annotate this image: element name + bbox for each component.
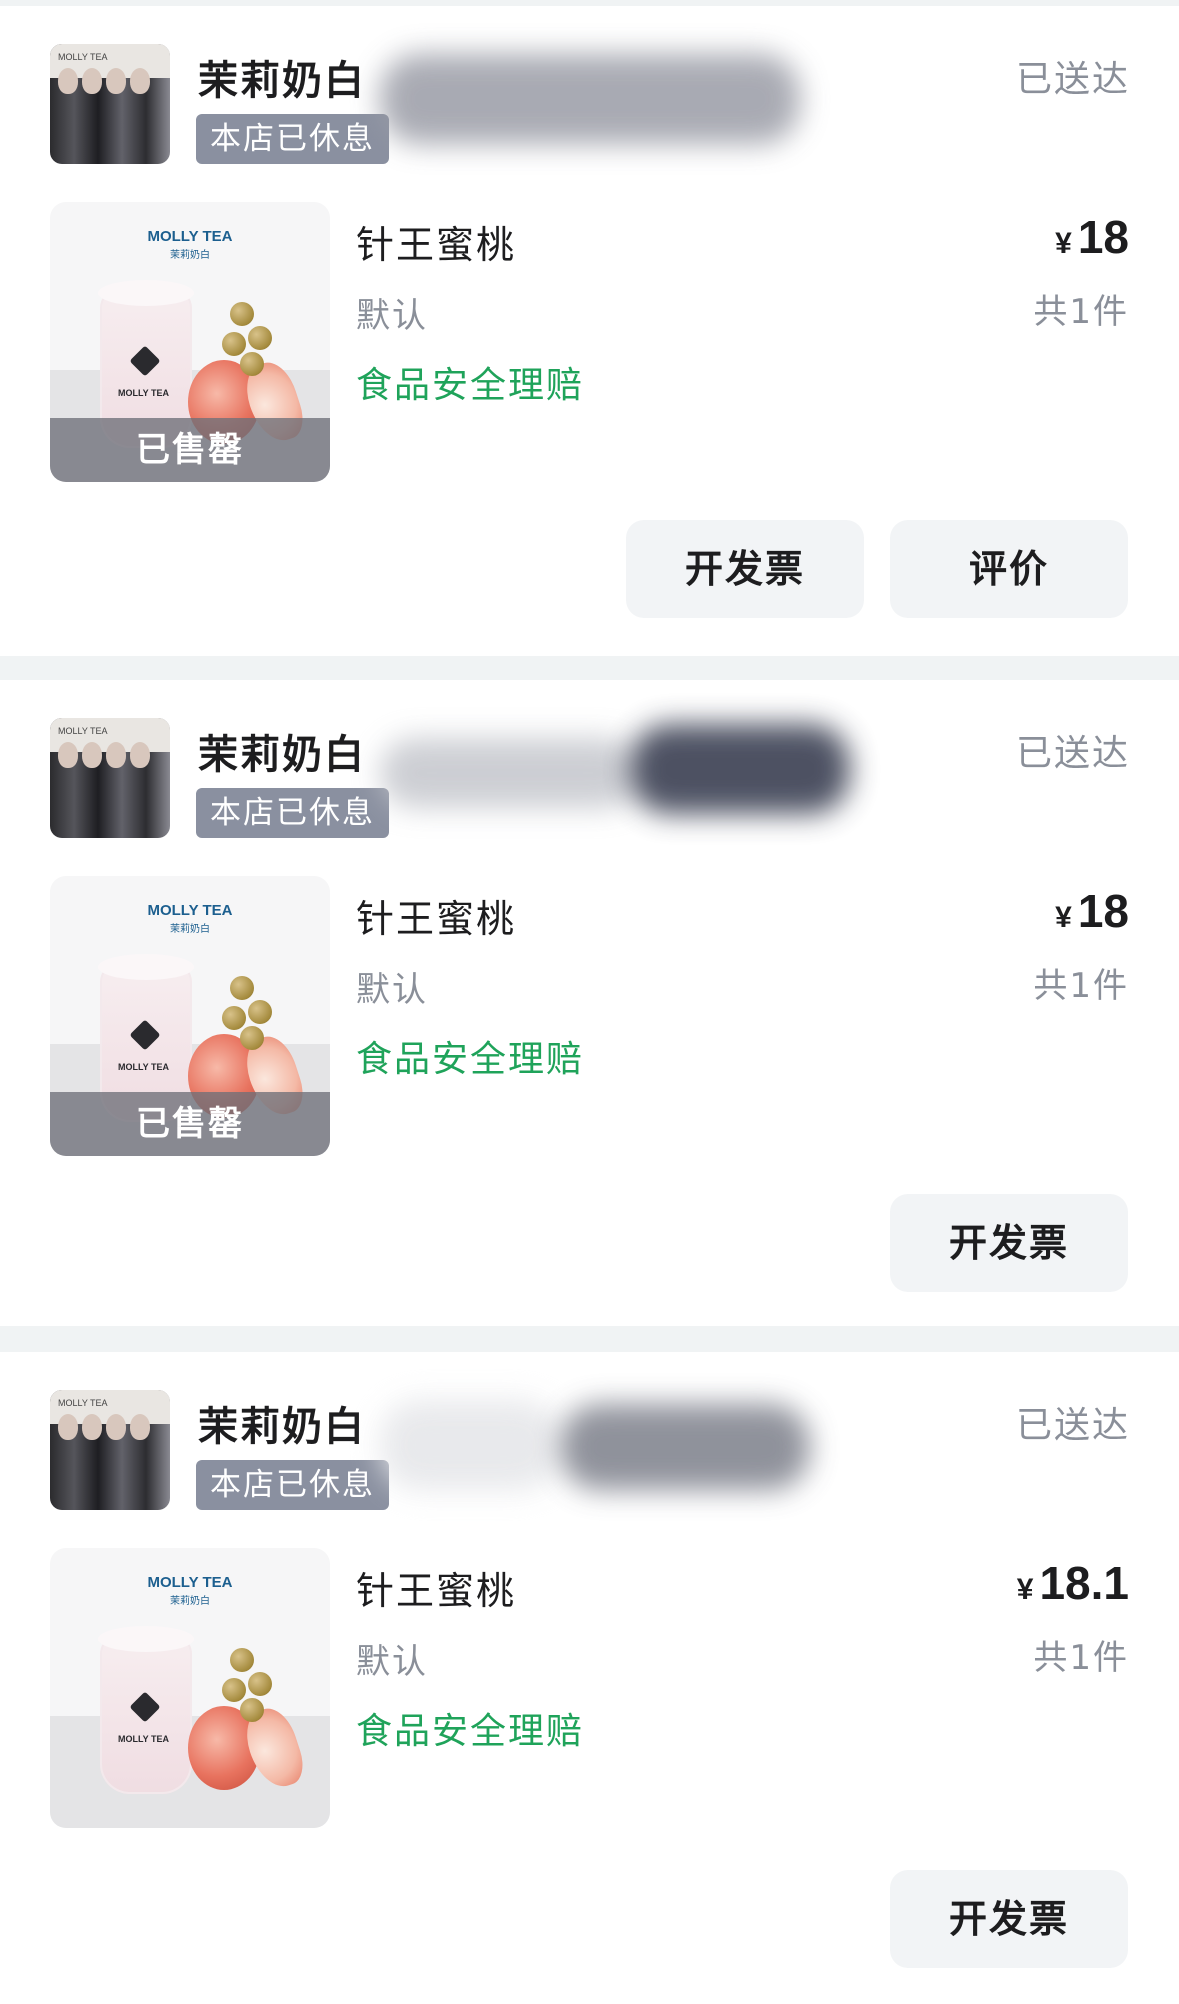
product-spec: 默认 [356,970,428,1010]
order-status: 已送达 [1015,59,1130,100]
invoice-button[interactable]: 开发票 [890,1870,1128,1968]
store-closed-badge: 本店已休息 [196,1460,389,1510]
item-count: 共1件 [1033,966,1129,1006]
product-price: ¥18 [1055,211,1129,263]
redaction-blur [630,724,850,814]
product-name: 针王蜜桃 [356,897,517,941]
item-count: 共1件 [1033,1638,1129,1678]
store-logo: MOLLY TEA [50,44,170,164]
order-card[interactable]: MOLLY TEA 茉莉奶白 本店已休息 已送达 MOLLY TEA 茉莉奶白 … [0,680,1179,1326]
product-name: 针王蜜桃 [356,223,517,267]
store-name[interactable]: 茉莉奶白 [198,722,366,780]
product-name: 针王蜜桃 [356,1569,517,1613]
soldout-overlay: 已售罄 [50,1092,330,1156]
store-closed-badge: 本店已休息 [196,788,389,838]
invoice-button[interactable]: 开发票 [890,1194,1128,1292]
store-header[interactable]: MOLLY TEA 茉莉奶白 本店已休息 已送达 [50,718,1130,838]
product-spec: 默认 [356,1642,428,1682]
product-image[interactable]: MOLLY TEA 茉莉奶白 MOLLY TEA [50,1548,330,1828]
food-safety-claim-link[interactable]: 食品安全理赔 [356,356,584,408]
invoice-button[interactable]: 开发票 [626,520,864,618]
soldout-overlay: 已售罄 [50,418,330,482]
item-count: 共1件 [1033,292,1129,332]
redaction-blur [380,1400,560,1490]
food-safety-claim-link[interactable]: 食品安全理赔 [356,1702,584,1754]
order-status: 已送达 [1015,733,1130,774]
product-image[interactable]: MOLLY TEA 茉莉奶白 MOLLY TEA 已售罄 [50,202,330,482]
food-safety-claim-link[interactable]: 食品安全理赔 [356,1030,584,1082]
store-logo: MOLLY TEA [50,1390,170,1510]
store-header[interactable]: MOLLY TEA 茉莉奶白 本店已休息 已送达 [50,1390,1130,1510]
store-name[interactable]: 茉莉奶白 [198,48,366,106]
store-name[interactable]: 茉莉奶白 [198,1394,366,1452]
product-spec: 默认 [356,296,428,336]
review-button[interactable]: 评价 [890,520,1128,618]
order-card[interactable]: MOLLY TEA 茉莉奶白 本店已休息 已送达 MOLLY TEA 茉莉奶白 … [0,6,1179,656]
product-image[interactable]: MOLLY TEA 茉莉奶白 MOLLY TEA 已售罄 [50,876,330,1156]
product-price: ¥18 [1055,885,1129,937]
order-status: 已送达 [1015,1405,1130,1446]
redaction-blur [380,54,800,144]
store-closed-badge: 本店已休息 [196,114,389,164]
order-list: MOLLY TEA 茉莉奶白 本店已休息 已送达 MOLLY TEA 茉莉奶白 … [0,0,1179,2004]
store-logo: MOLLY TEA [50,718,170,838]
redaction-blur [560,1404,810,1490]
product-price: ¥18.1 [1016,1557,1129,1609]
order-card[interactable]: MOLLY TEA 茉莉奶白 本店已休息 已送达 MOLLY TEA 茉莉奶白 … [0,1352,1179,2004]
store-header[interactable]: MOLLY TEA 茉莉奶白 本店已休息 已送达 [50,44,1130,164]
redaction-blur [380,738,640,808]
